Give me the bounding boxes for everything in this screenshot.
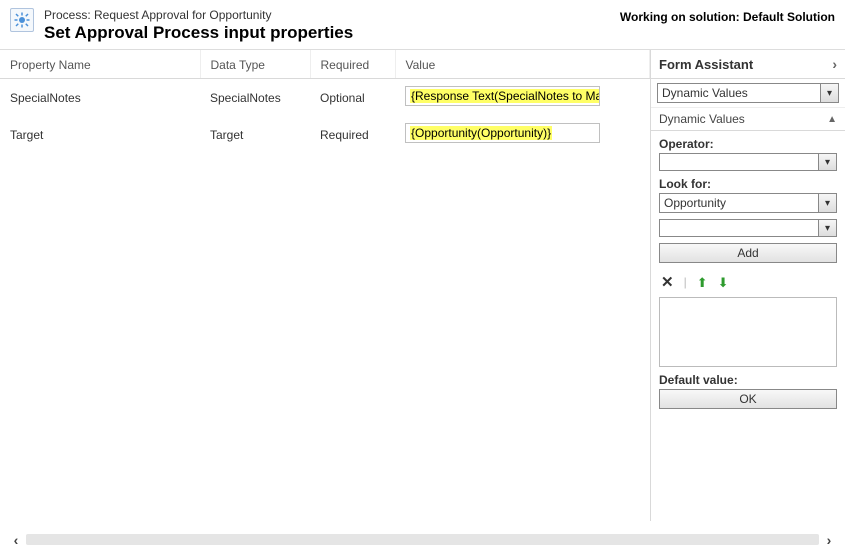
- move-down-icon[interactable]: ⬇: [718, 276, 729, 289]
- col-required[interactable]: Required: [310, 50, 395, 79]
- add-button[interactable]: Add: [659, 243, 837, 263]
- properties-grid: Property Name Data Type Required Value S…: [0, 50, 650, 521]
- ok-button[interactable]: OK: [659, 389, 837, 409]
- chevron-down-icon: ▾: [818, 154, 836, 170]
- form-assistant-panel: Form Assistant › Dynamic Values ▾ Dynami…: [650, 50, 845, 521]
- value-input[interactable]: {Response Text(SpecialNotes to Manager)}: [405, 86, 600, 106]
- cell-required: Required: [310, 116, 395, 153]
- lookfor-entity-value: Opportunity: [660, 194, 818, 212]
- page-title: Set Approval Process input properties: [44, 23, 620, 43]
- selected-values-list[interactable]: [659, 297, 837, 367]
- assistant-mode-select[interactable]: Dynamic Values ▾: [657, 83, 839, 103]
- move-up-icon[interactable]: ⬆: [697, 276, 708, 289]
- col-property-name[interactable]: Property Name: [0, 50, 200, 79]
- form-assistant-header[interactable]: Form Assistant ›: [651, 50, 845, 79]
- default-value-label: Default value:: [659, 373, 837, 387]
- lookfor-label: Look for:: [659, 177, 837, 191]
- operator-value: [660, 154, 818, 170]
- page-header: Process: Request Approval for Opportunit…: [0, 0, 845, 49]
- separator: |: [684, 275, 687, 289]
- horizontal-scrollbar[interactable]: ‹ ›: [8, 532, 837, 547]
- form-assistant-title: Form Assistant: [659, 57, 753, 72]
- lookfor-field-value: [660, 220, 818, 236]
- lookfor-entity-select[interactable]: Opportunity ▾: [659, 193, 837, 213]
- section-label: Dynamic Values: [659, 112, 745, 126]
- chevron-down-icon: ▾: [818, 194, 836, 212]
- value-token: {Opportunity(Opportunity)}: [410, 126, 552, 140]
- value-input[interactable]: {Opportunity(Opportunity)}: [405, 123, 600, 143]
- assistant-mode-value: Dynamic Values: [658, 84, 820, 102]
- chevron-down-icon: ▾: [820, 84, 838, 102]
- cell-datatype: Target: [200, 116, 310, 153]
- scroll-right-icon[interactable]: ›: [821, 532, 837, 547]
- col-data-type[interactable]: Data Type: [200, 50, 310, 79]
- cell-name: SpecialNotes: [0, 79, 200, 117]
- cell-name: Target: [0, 116, 200, 153]
- scroll-left-icon[interactable]: ‹: [8, 532, 24, 547]
- scroll-track[interactable]: [26, 534, 819, 545]
- table-row[interactable]: Target Target Required {Opportunity(Oppo…: [0, 116, 650, 153]
- remove-icon[interactable]: ✕: [661, 273, 674, 291]
- lookfor-field-select[interactable]: ▾: [659, 219, 837, 237]
- cell-datatype: SpecialNotes: [200, 79, 310, 117]
- list-toolbar: ✕ | ⬆ ⬇: [659, 271, 837, 297]
- table-row[interactable]: SpecialNotes SpecialNotes Optional {Resp…: [0, 79, 650, 117]
- operator-select[interactable]: ▾: [659, 153, 837, 171]
- process-label: Process: Request Approval for Opportunit…: [44, 8, 620, 22]
- chevron-down-icon: ▾: [818, 220, 836, 236]
- chevron-right-icon: ›: [832, 56, 837, 72]
- table-header-row: Property Name Data Type Required Value: [0, 50, 650, 79]
- process-icon: [10, 8, 34, 32]
- header-titles: Process: Request Approval for Opportunit…: [44, 8, 620, 43]
- dynamic-values-section-header[interactable]: Dynamic Values ▲: [651, 108, 845, 131]
- col-value[interactable]: Value: [395, 50, 650, 79]
- cell-required: Optional: [310, 79, 395, 117]
- value-token: {Response Text(SpecialNotes to Manager)}: [410, 89, 600, 103]
- collapse-caret-icon: ▲: [827, 114, 837, 125]
- solution-label: Working on solution: Default Solution: [620, 8, 835, 24]
- operator-label: Operator:: [659, 137, 837, 151]
